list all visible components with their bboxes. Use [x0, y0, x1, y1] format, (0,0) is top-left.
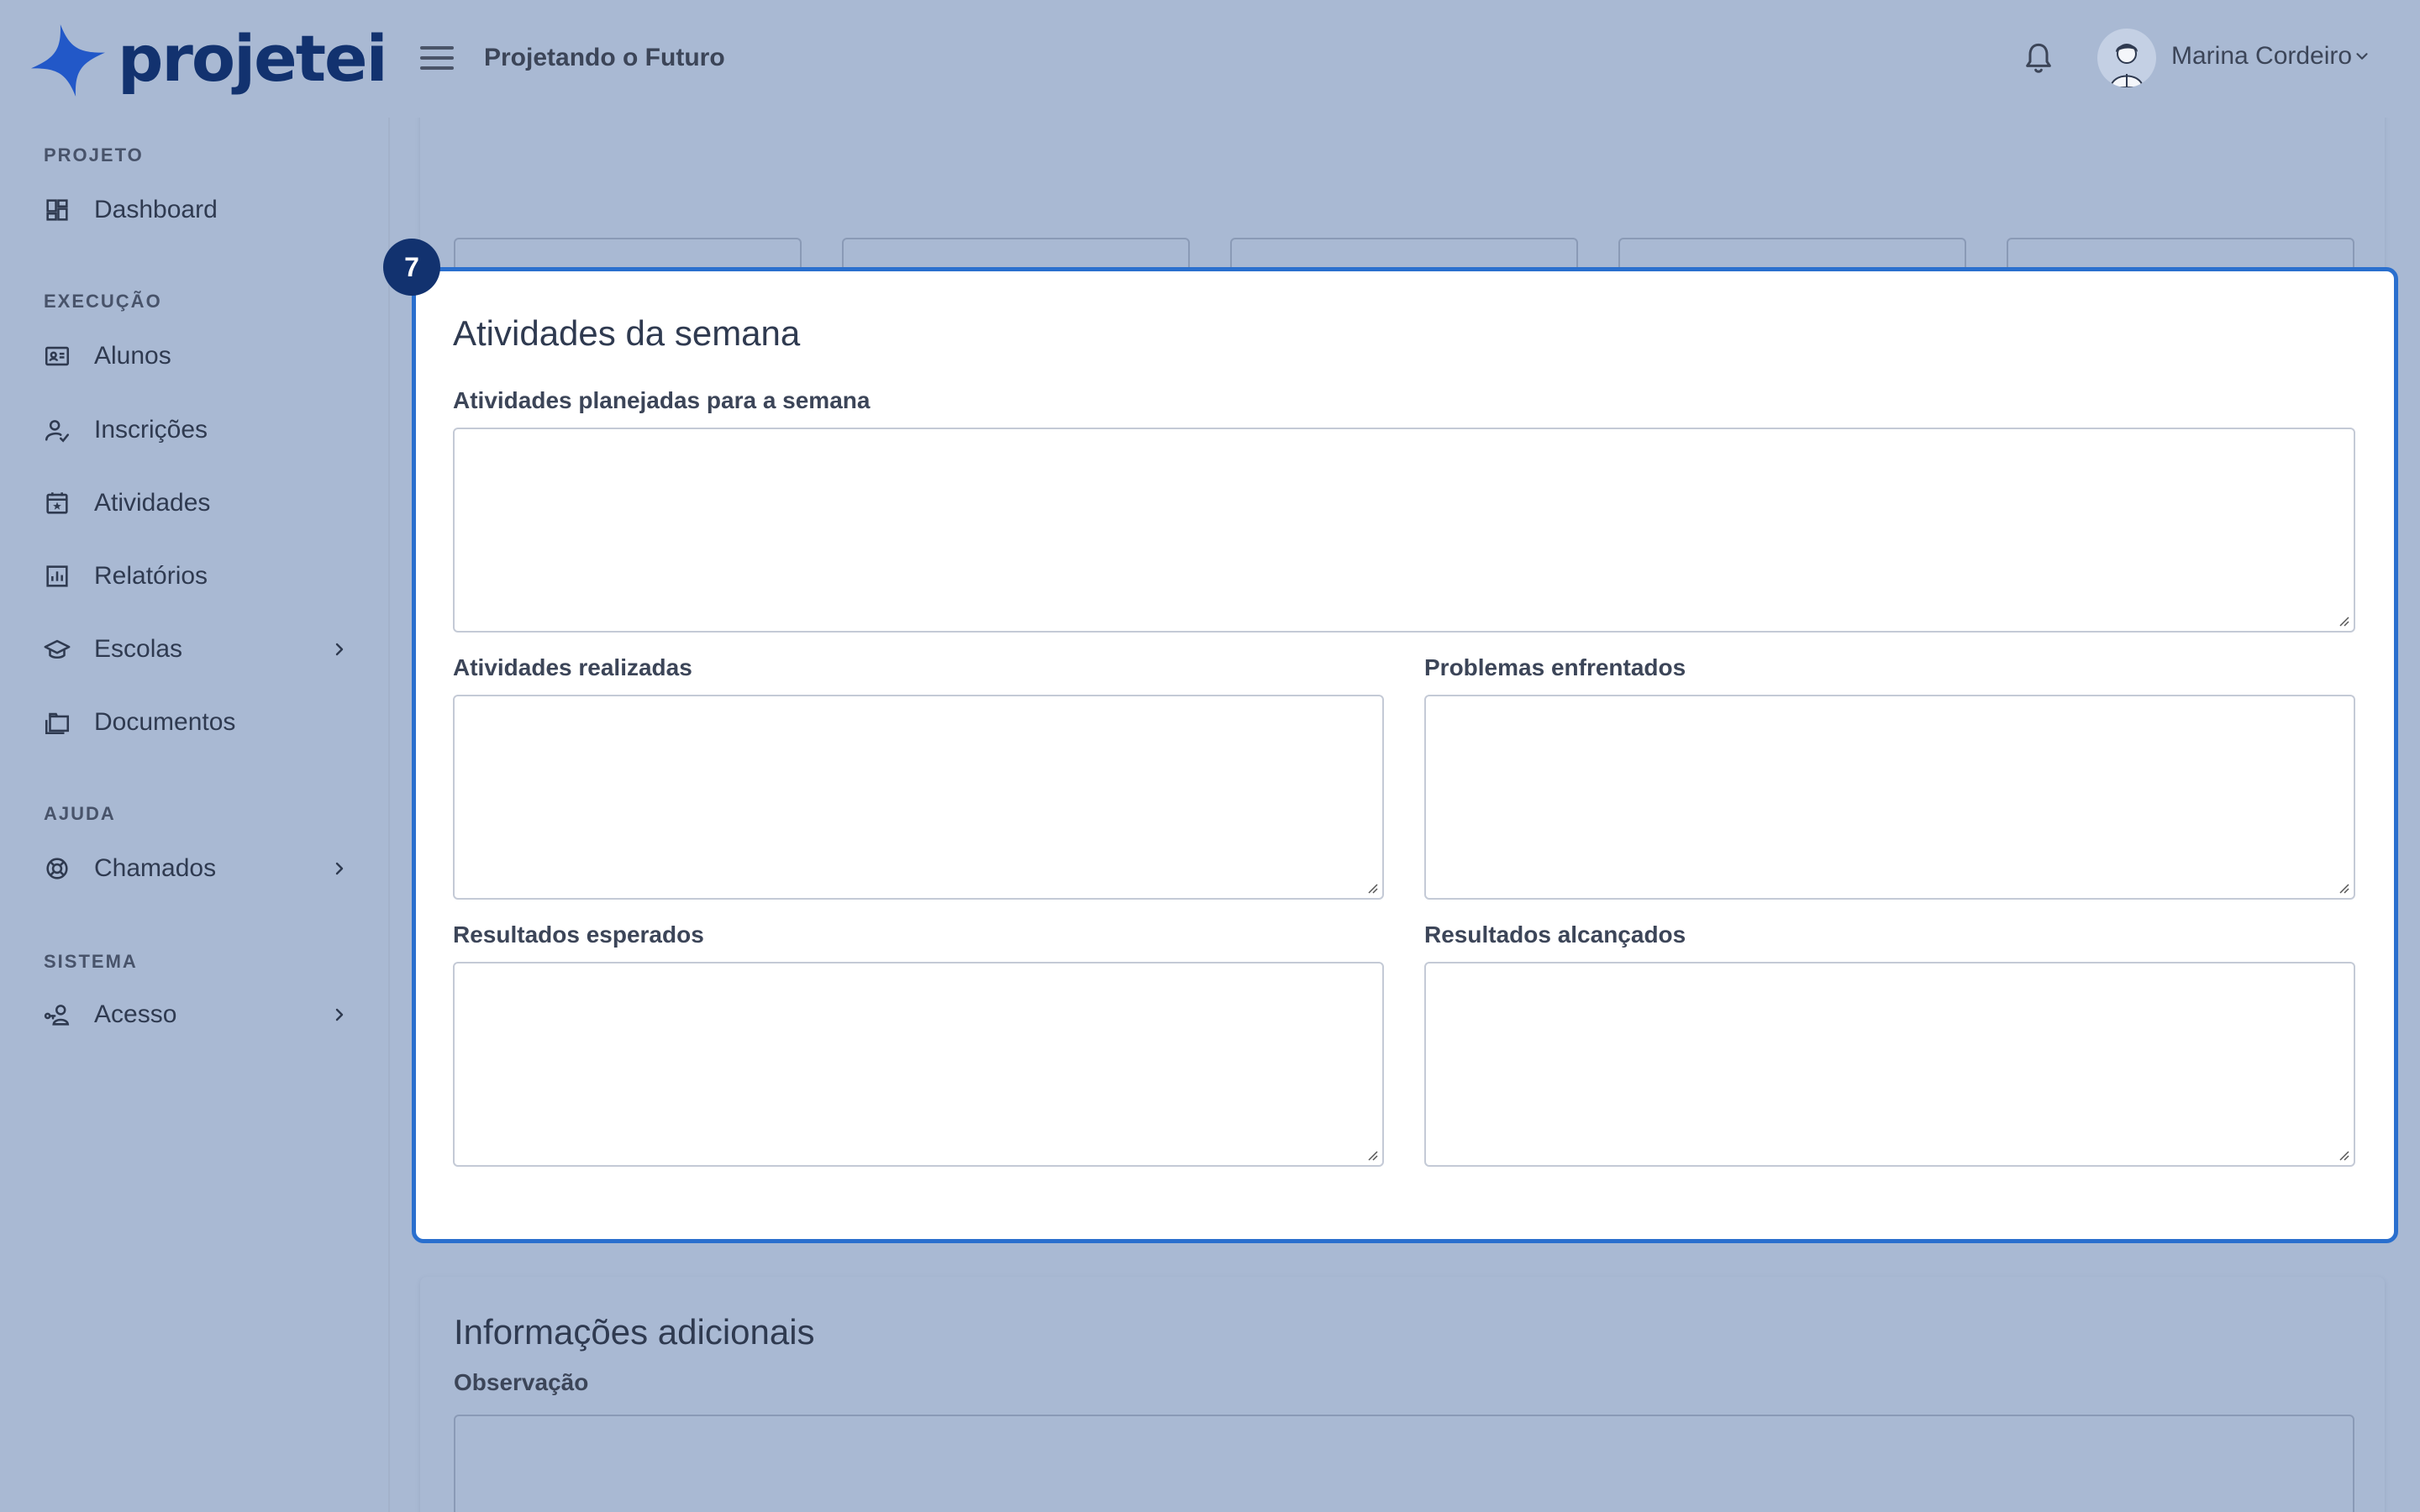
- sidebar-item-label: Escolas: [94, 635, 183, 663]
- planned-activities-textarea[interactable]: [453, 428, 2355, 633]
- sidebar-item-dashboard[interactable]: Dashboard: [40, 186, 350, 234]
- sidebar-item-documentos[interactable]: Documentos: [40, 699, 350, 746]
- chevron-right-icon: [335, 1008, 344, 1021]
- done-activities-textarea[interactable]: [453, 695, 1384, 900]
- sidebar-item-escolas[interactable]: Escolas: [40, 626, 350, 673]
- sidebar-item-label: Inscrições: [94, 416, 208, 444]
- resize-grip-icon[interactable]: [1364, 879, 1379, 895]
- section-title-sistema: SISTEMA: [44, 951, 138, 972]
- achieved-results-label: Resultados alcançados: [1424, 921, 1686, 948]
- expected-results-label: Resultados esperados: [453, 921, 704, 948]
- sidebar-item-label: Relatórios: [94, 562, 208, 590]
- resize-grip-icon[interactable]: [2335, 879, 2350, 895]
- top-header: projetei Projetando o Futuro Marina Cord…: [0, 0, 2420, 118]
- avatar[interactable]: [2097, 29, 2156, 87]
- user-avatar-icon: [2109, 44, 2144, 87]
- planned-activities-label: Atividades planejadas para a semana: [453, 387, 871, 413]
- resize-grip-icon[interactable]: [2335, 1147, 2350, 1162]
- section-title: Atividades da semana: [453, 313, 801, 353]
- chevron-right-icon: [335, 643, 344, 656]
- done-activities-label: Atividades realizadas: [453, 654, 692, 680]
- section-title-ajuda: AJUDA: [44, 803, 116, 824]
- folders-icon: [40, 706, 74, 739]
- sidebar-item-label: Dashboard: [94, 196, 218, 223]
- additional-info-card: Informações adicionais Observação: [420, 1277, 2385, 1512]
- lifebuoy-icon: [40, 852, 74, 885]
- sidebar-item-inscricoes[interactable]: Inscrições: [40, 407, 350, 454]
- menu-toggle-icon[interactable]: [420, 46, 454, 73]
- star-logo-icon: [30, 24, 106, 97]
- sidebar-item-acesso[interactable]: Acesso: [40, 991, 350, 1038]
- sidebar-item-relatorios[interactable]: Relatórios: [40, 553, 350, 600]
- chevron-right-icon: [335, 862, 344, 875]
- bell-icon[interactable]: [2022, 40, 2055, 77]
- observation-label: Observação: [454, 1369, 589, 1395]
- user-check-icon: [40, 413, 74, 447]
- graduation-cap-icon: [40, 633, 74, 666]
- logo[interactable]: projetei: [30, 20, 388, 97]
- sidebar-item-alunos[interactable]: Alunos: [40, 333, 350, 380]
- resize-grip-icon[interactable]: [2335, 612, 2350, 627]
- dashboard-icon: [40, 193, 74, 227]
- step-badge: 7: [383, 239, 440, 296]
- expected-results-textarea[interactable]: [453, 962, 1384, 1167]
- user-key-icon: [40, 998, 74, 1032]
- section-title-execucao: EXECUÇÃO: [44, 291, 162, 312]
- sidebar-item-label: Chamados: [94, 854, 217, 882]
- sidebar-item-label: Alunos: [94, 342, 171, 370]
- sidebar-item-label: Atividades: [94, 489, 211, 517]
- page: projetei Projetando o Futuro Marina Cord…: [0, 0, 2420, 1512]
- sidebar-item-label: Documentos: [94, 708, 236, 736]
- weekly-activities-card: Atividades da semana Atividades planejad…: [412, 267, 2398, 1243]
- sidebar-item-chamados[interactable]: Chamados: [40, 845, 350, 892]
- chevron-down-icon[interactable]: [2353, 47, 2371, 66]
- bar-chart-icon: [40, 559, 74, 593]
- sidebar-item-label: Acesso: [94, 1000, 177, 1028]
- id-card-icon: [40, 339, 74, 373]
- problems-textarea[interactable]: [1424, 695, 2355, 900]
- problems-label: Problemas enfrentados: [1424, 654, 1686, 680]
- sidebar: PROJETO Dashboard EXECUÇÃO Alunos Inscri…: [0, 118, 390, 1512]
- observation-textarea[interactable]: [454, 1415, 2354, 1512]
- user-name[interactable]: Marina Cordeiro: [2171, 42, 2352, 71]
- calendar-star-icon: [40, 486, 74, 520]
- sidebar-item-atividades[interactable]: Atividades: [40, 480, 350, 527]
- project-name: Projetando o Futuro: [484, 44, 725, 71]
- resize-grip-icon[interactable]: [1364, 1147, 1379, 1162]
- logo-text: projetei: [118, 20, 388, 96]
- achieved-results-textarea[interactable]: [1424, 962, 2355, 1167]
- section-title-projeto: PROJETO: [44, 144, 144, 165]
- section-title: Informações adicionais: [454, 1312, 815, 1352]
